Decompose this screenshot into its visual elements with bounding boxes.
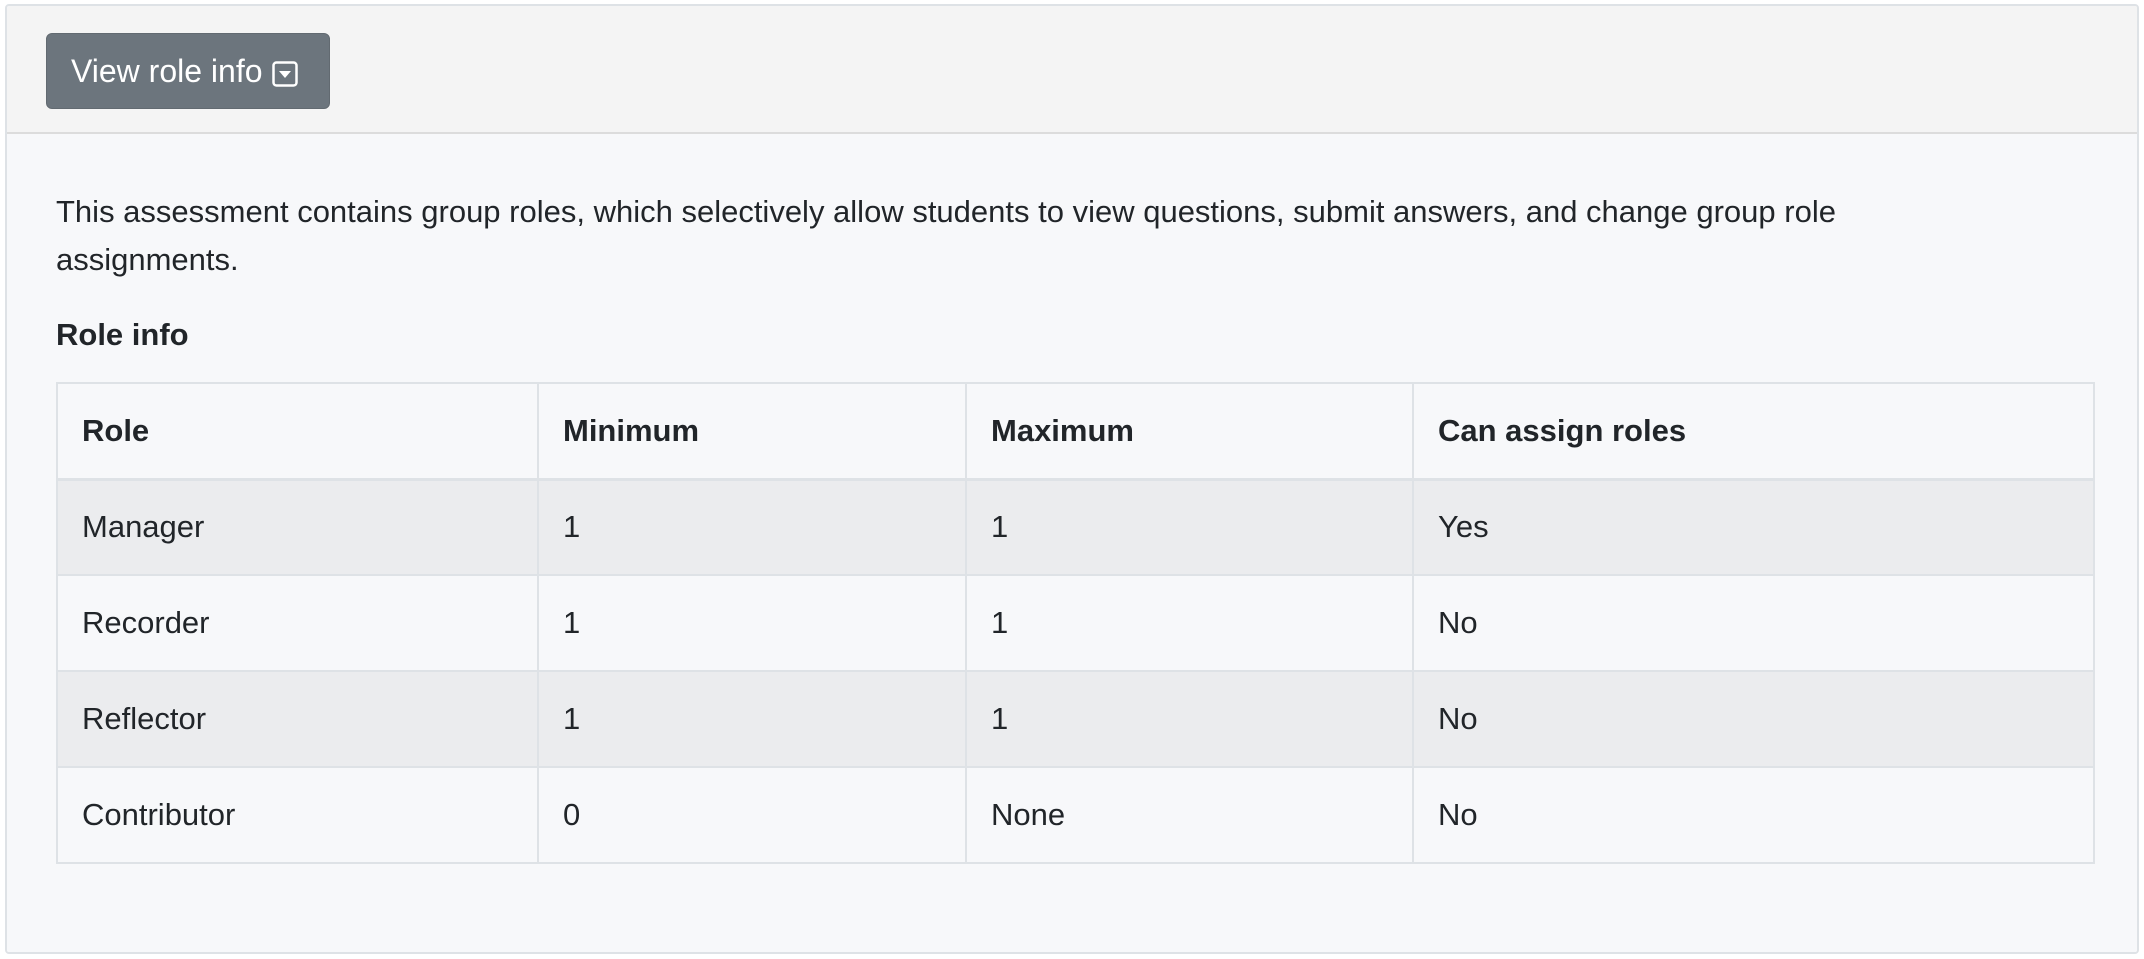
role-info-card: View role info This assessment contains … <box>5 4 2139 954</box>
group-roles-description: This assessment contains group roles, wh… <box>56 194 1836 277</box>
cell-can-assign-roles: Yes <box>1412 478 2095 576</box>
cell-can-assign-roles: No <box>1412 574 2095 672</box>
cell-can-assign-roles: No <box>1412 670 2095 768</box>
cell-maximum: 1 <box>965 478 1414 576</box>
column-header-can-assign-roles: Can assign roles <box>1412 382 2095 481</box>
cell-can-assign-roles: No <box>1412 766 2095 864</box>
card-body: This assessment contains group roles, wh… <box>7 134 2137 952</box>
card-header: View role info <box>7 6 2137 134</box>
table-row: Manager 1 1 Yes <box>56 478 2095 576</box>
view-role-info-button[interactable]: View role info <box>46 33 330 109</box>
cell-minimum: 0 <box>537 766 967 864</box>
table-row: Recorder 1 1 No <box>56 574 2095 672</box>
cell-maximum: None <box>965 766 1414 864</box>
cell-role: Recorder <box>56 574 539 672</box>
column-header-maximum: Maximum <box>965 382 1414 481</box>
cell-role: Manager <box>56 478 539 576</box>
cell-minimum: 1 <box>537 574 967 672</box>
cell-maximum: 1 <box>965 670 1414 768</box>
caret-square-down-icon <box>271 58 298 87</box>
column-header-role: Role <box>56 382 539 481</box>
table-row: Contributor 0 None No <box>56 766 2095 864</box>
cell-maximum: 1 <box>965 574 1414 672</box>
role-info-table: Role Minimum Maximum Can assign roles Ma… <box>56 382 2095 864</box>
view-role-info-label: View role info <box>71 52 263 89</box>
table-row: Reflector 1 1 No <box>56 670 2095 768</box>
table-header-row: Role Minimum Maximum Can assign roles <box>56 382 2095 481</box>
cell-minimum: 1 <box>537 670 967 768</box>
role-info-heading: Role info <box>56 317 189 352</box>
cell-role: Reflector <box>56 670 539 768</box>
cell-minimum: 1 <box>537 478 967 576</box>
cell-role: Contributor <box>56 766 539 864</box>
column-header-minimum: Minimum <box>537 382 967 481</box>
